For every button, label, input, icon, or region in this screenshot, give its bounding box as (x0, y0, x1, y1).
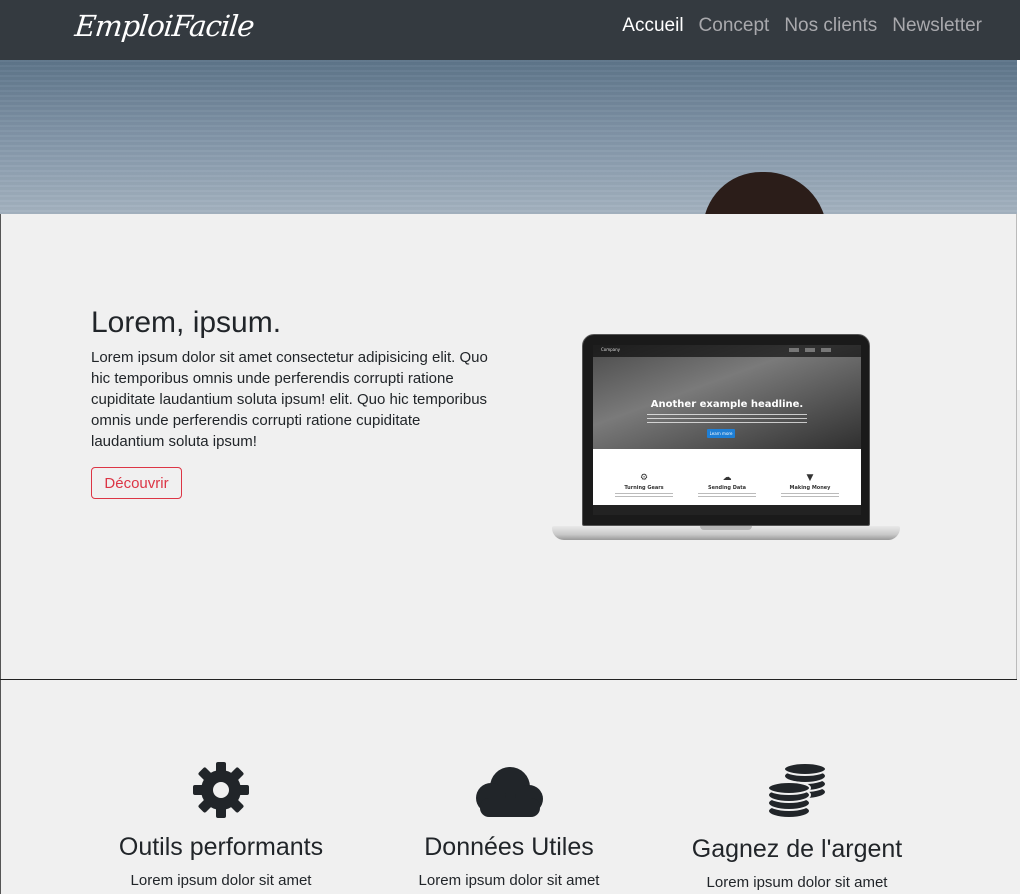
feature-text: Lorem ipsum dolor sit amet (130, 872, 312, 889)
nav-links: Accueil Concept Nos clients Newsletter (622, 15, 982, 37)
screen-feature: ⚙ Turning Gears (609, 473, 679, 498)
coins-icon (767, 762, 827, 819)
nav-link-accueil[interactable]: Accueil (622, 15, 683, 37)
screen-feature-title: Sending Data (707, 485, 746, 491)
gear-icon: ⚙ (639, 473, 649, 483)
feature-outils: Outils performants Lorem ipsum dolor sit… (81, 762, 361, 890)
screen-footer (593, 505, 861, 515)
screen-feature-title: Turning Gears (624, 485, 664, 491)
laptop-lid: Company Another example headline. Learn … (582, 334, 870, 526)
screen-feature-text (615, 493, 673, 498)
feature-title: Gagnez de l'argent (691, 835, 903, 863)
feature-donnees: Données Utiles Lorem ipsum dolor sit ame… (369, 762, 649, 890)
screen-nav-item (805, 348, 815, 352)
screen-nav-item (821, 348, 831, 352)
intro-heading: Lorem, ipsum. (91, 306, 282, 339)
feature-text: Lorem ipsum dolor sit amet (706, 874, 888, 891)
screen-headline: Another example headline. (650, 399, 804, 410)
gear-icon (193, 762, 249, 818)
screen-nav-item (789, 348, 799, 352)
nav-link-concept[interactable]: Concept (699, 15, 770, 37)
feature-argent: Gagnez de l'argent Lorem ipsum dolor sit… (657, 762, 937, 892)
brand-logo[interactable]: EmploiFacile (73, 9, 255, 43)
screen-brand: Company (601, 347, 621, 352)
screen-navbar: Company (593, 345, 861, 357)
feature-title: Données Utiles (424, 833, 594, 861)
feature-text: Lorem ipsum dolor sit amet (418, 872, 600, 889)
screen-feature-text (698, 493, 756, 498)
cloud-icon (476, 767, 543, 817)
decouvrir-button[interactable]: Découvrir (91, 467, 182, 499)
cart-icon: ▼ (806, 473, 814, 483)
hero-texture (0, 60, 1017, 214)
intro-paragraph: Lorem ipsum dolor sit amet consectetur a… (91, 349, 488, 450)
screen-subtext (647, 414, 807, 424)
cloud-icon: ☁ (722, 473, 732, 483)
navbar: EmploiFacile Accueil Concept Nos clients… (0, 0, 1020, 60)
screen-feature: ☁ Sending Data (692, 473, 762, 498)
laptop-notch (700, 526, 752, 530)
screen-feature-title: Making Money (789, 485, 831, 491)
feature-title: Outils performants (118, 833, 324, 861)
laptop-mockup-image: Company Another example headline. Learn … (552, 334, 900, 554)
hero-image (0, 60, 1017, 214)
laptop-screen: Company Another example headline. Learn … (593, 345, 861, 515)
screen-feature: ▼ Making Money (775, 473, 845, 498)
nav-link-nos-clients[interactable]: Nos clients (784, 15, 877, 37)
intro-section: Lorem, ipsum. Lorem ipsum dolor sit amet… (0, 214, 1017, 679)
screen-learn-more-button: Learn more (707, 429, 735, 438)
screen-hero: Company Another example headline. Learn … (593, 345, 861, 449)
nav-link-newsletter[interactable]: Newsletter (892, 15, 982, 37)
section-divider (0, 679, 1017, 680)
screen-feature-text (781, 493, 839, 498)
